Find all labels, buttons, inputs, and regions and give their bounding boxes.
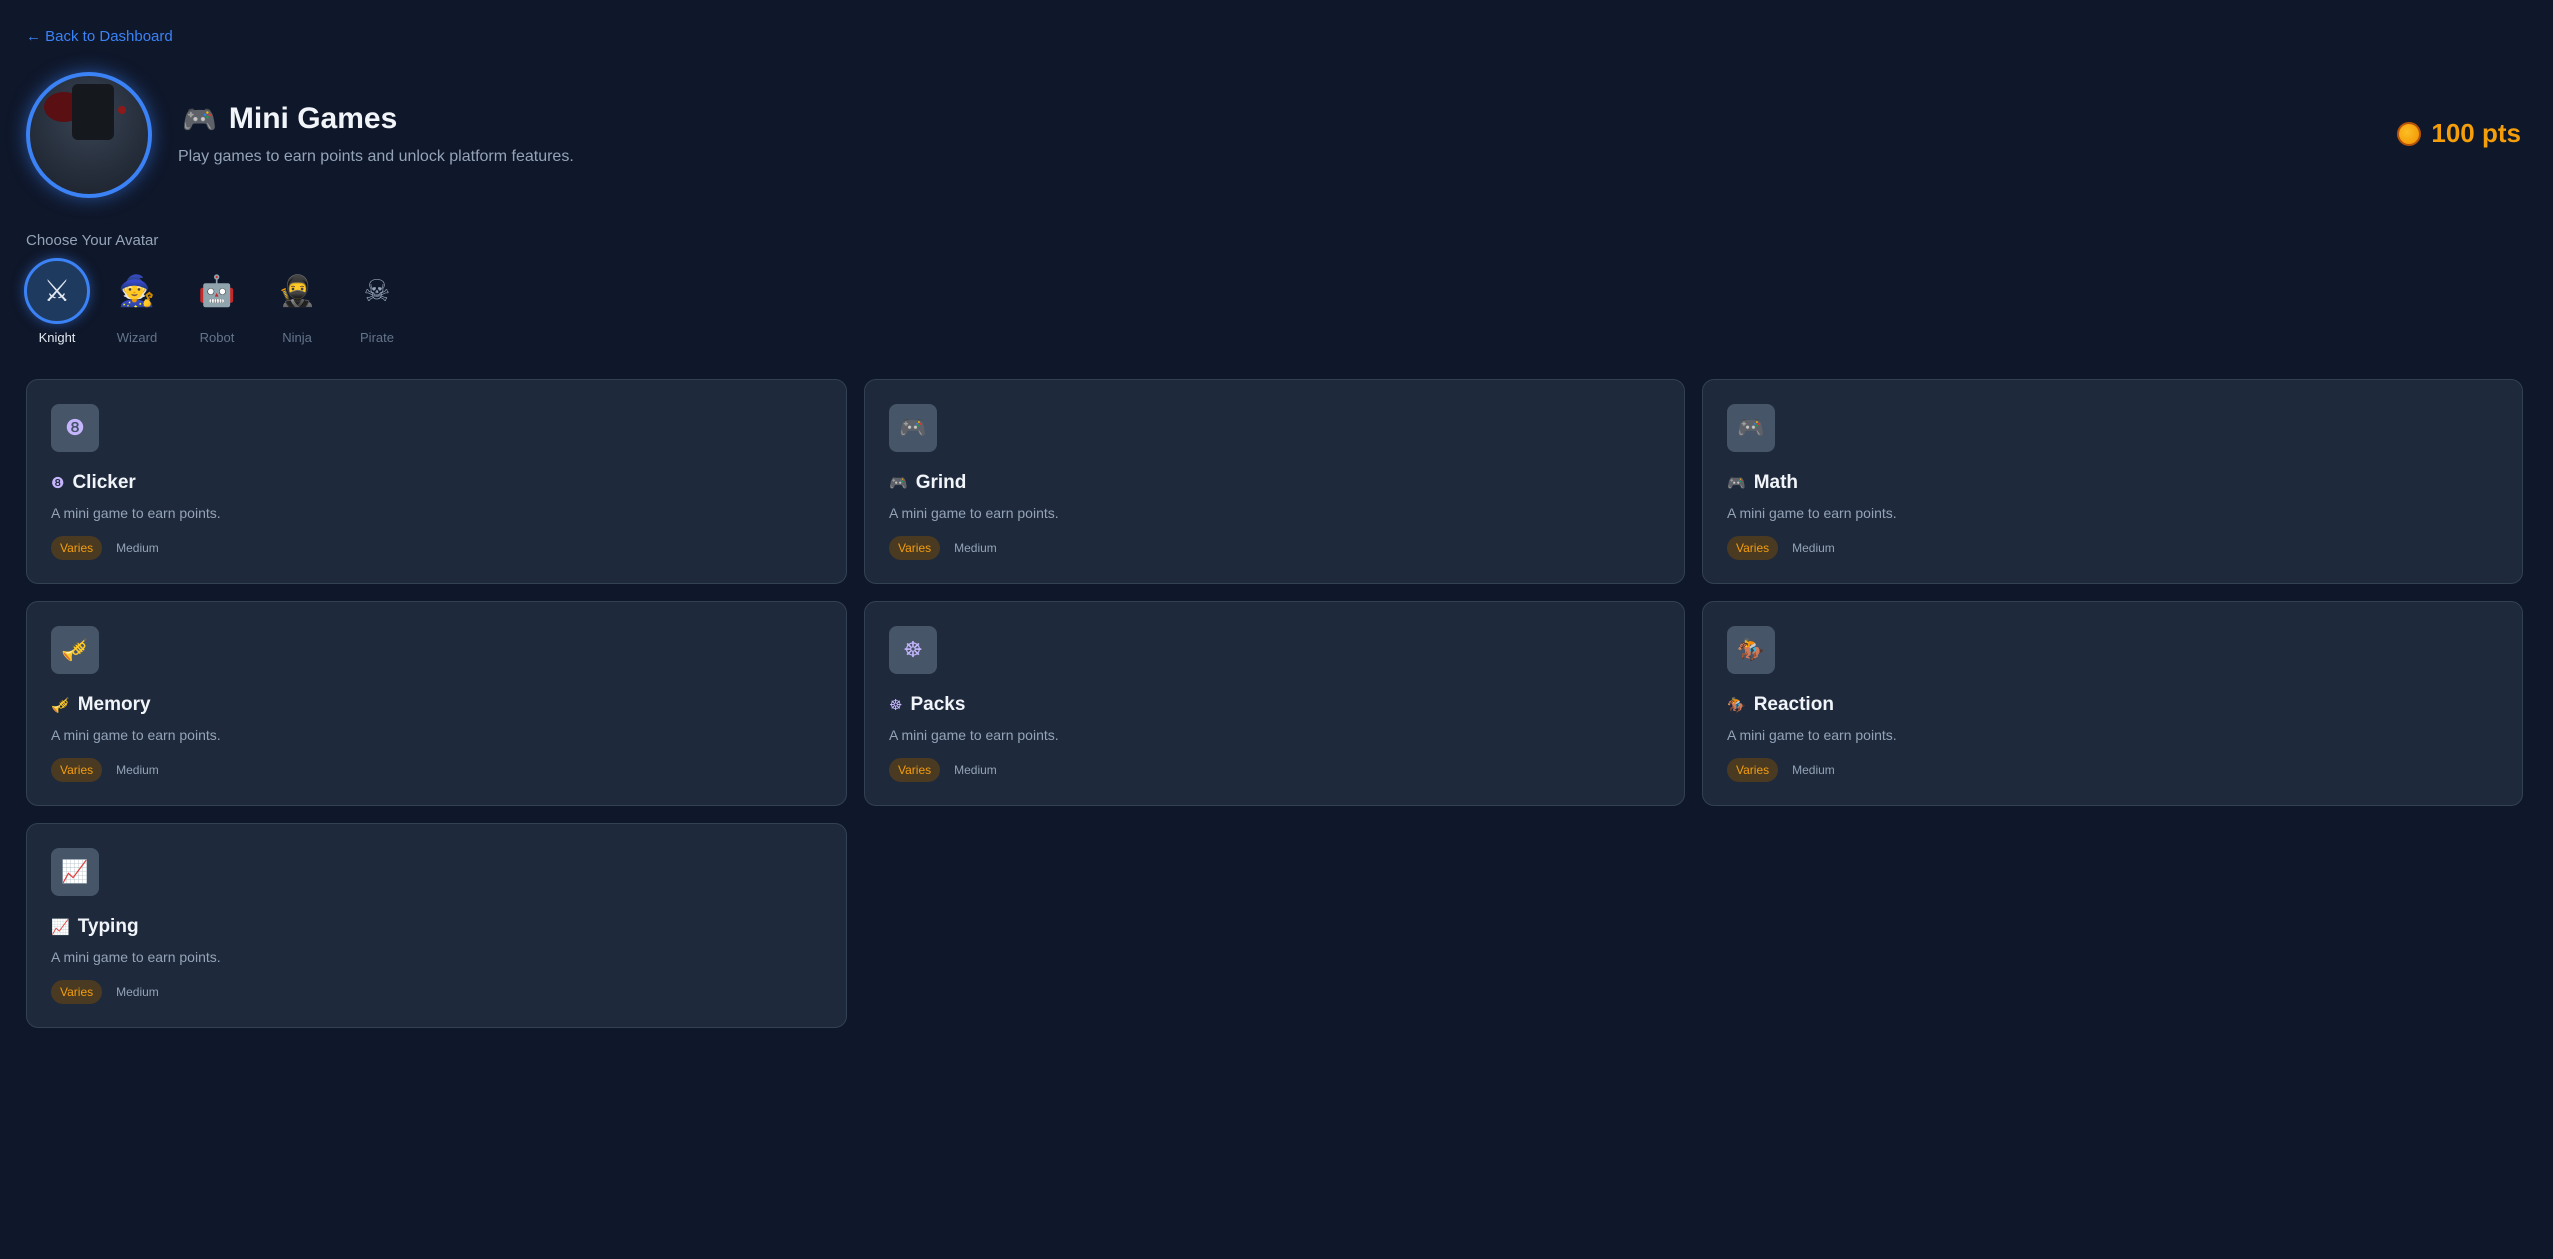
game-card-memory[interactable]: 🎺 🎺 Memory A mini game to earn points. Varie… <box>26 601 847 806</box>
game-title: Typing <box>77 916 139 937</box>
reward-badge: Varies <box>1727 758 1779 782</box>
reward-badge: Varies <box>889 536 941 560</box>
avatar-picker: ⚔ Knight 🧙 Wizard 🤖 Robot 🥷 Ninja ☠ Pirate <box>22 258 412 345</box>
avatar-picker-label: Choose Your Avatar <box>26 232 159 249</box>
eight-ball-icon: ❽ <box>51 475 65 492</box>
game-title: Packs <box>910 694 966 715</box>
hero-avatar <box>26 72 152 198</box>
horse-racing-icon: 🏇 <box>1727 626 1775 674</box>
game-description: A mini game to earn points. <box>1727 727 1897 743</box>
knight-avatar-icon: ⚔ <box>24 258 90 324</box>
avatar-option-label: Wizard <box>116 330 158 345</box>
game-title-row: ☸ Packs <box>889 694 965 716</box>
difficulty-label: Medium <box>954 541 997 555</box>
game-title-row: 🎮 Math <box>1727 472 1798 494</box>
game-title: Reaction <box>1753 694 1834 715</box>
back-to-dashboard-link[interactable]: ← Back to Dashboard <box>26 28 173 45</box>
gamepad-icon: 🎮 <box>1727 475 1746 492</box>
trumpet-icon: 🎺 <box>51 626 99 674</box>
game-tags: Varies Medium <box>51 536 159 560</box>
robot-avatar-icon: 🤖 <box>198 274 236 308</box>
page-header: 🎮 Mini Games Play games to earn points a… <box>26 70 2521 200</box>
game-card-math[interactable]: 🎮 🎮 Math A mini game to earn points. Varies M… <box>1702 379 2523 584</box>
difficulty-label: Medium <box>116 541 159 555</box>
gamepad-icon: 🎮 <box>1727 404 1775 452</box>
game-description: A mini game to earn points. <box>51 949 221 965</box>
game-description: A mini game to earn points. <box>889 505 1059 521</box>
game-tags: Varies Medium <box>1727 758 1835 782</box>
chart-icon: 📈 <box>51 919 70 936</box>
game-card-typing[interactable]: 📈 📈 Typing A mini game to earn points. Varie… <box>26 823 847 1028</box>
game-description: A mini game to earn points. <box>51 727 221 743</box>
title-row: 🎮 Mini Games <box>182 102 397 136</box>
points-value: 100 pts <box>2431 118 2521 148</box>
points-display: 100 pts <box>2397 118 2521 149</box>
difficulty-label: Medium <box>1792 541 1835 555</box>
page-subtitle: Play games to earn points and unlock pla… <box>178 148 574 165</box>
difficulty-label: Medium <box>954 763 997 777</box>
game-title: Memory <box>77 694 151 715</box>
reward-badge: Varies <box>889 758 941 782</box>
avatar-option-label: Ninja <box>282 330 312 345</box>
avatar-option-label: Robot <box>199 330 235 345</box>
game-tags: Varies Medium <box>51 758 159 782</box>
game-card-packs[interactable]: ☸ ☸ Packs A mini game to earn points. Varies… <box>864 601 1685 806</box>
trumpet-icon: 🎺 <box>51 697 70 714</box>
avatar-option-knight[interactable]: ⚔ Knight <box>22 258 92 345</box>
reward-badge: Varies <box>51 758 103 782</box>
avatar-option-label: Knight <box>38 330 76 345</box>
horse-racing-icon: 🏇 <box>1727 697 1746 714</box>
gamepad-icon: 🎮 <box>182 103 217 135</box>
gamepad-icon: 🎮 <box>889 404 937 452</box>
games-grid: ❽ ❽ Clicker A mini game to earn points. Vari… <box>26 379 2523 1028</box>
coin-icon <box>2397 121 2422 146</box>
page-title: Mini Games <box>228 102 398 135</box>
eight-ball-icon: ❽ <box>51 404 99 452</box>
game-card-clicker[interactable]: ❽ ❽ Clicker A mini game to earn points. Vari… <box>26 379 847 584</box>
game-card-reaction[interactable]: 🏇 🏇 Reaction A mini game to earn points. Var… <box>1702 601 2523 806</box>
wheel-icon: ☸ <box>889 626 937 674</box>
game-tags: Varies Medium <box>889 758 997 782</box>
game-title-row: ❽ Clicker <box>51 472 136 494</box>
avatar-option-pirate[interactable]: ☠ Pirate <box>342 258 412 346</box>
game-title-row: 🎺 Memory <box>51 694 151 716</box>
game-tags: Varies Medium <box>889 536 997 560</box>
wheel-icon: ☸ <box>889 697 903 714</box>
avatar-option-wizard[interactable]: 🧙 Wizard <box>102 258 172 346</box>
avatar-option-label: Pirate <box>360 330 394 345</box>
reward-badge: Varies <box>51 536 103 560</box>
game-description: A mini game to earn points. <box>1727 505 1897 521</box>
avatar-figure <box>72 84 114 140</box>
reward-badge: Varies <box>51 980 103 1004</box>
game-title-row: 🏇 Reaction <box>1727 694 1834 716</box>
difficulty-label: Medium <box>116 763 159 777</box>
difficulty-label: Medium <box>116 985 159 999</box>
game-tags: Varies Medium <box>1727 536 1835 560</box>
game-title-row: 🎮 Grind <box>889 472 966 494</box>
game-description: A mini game to earn points. <box>51 505 221 521</box>
gamepad-icon: 🎮 <box>889 475 908 492</box>
game-description: A mini game to earn points. <box>889 727 1059 743</box>
wizard-avatar-icon: 🧙 <box>118 274 156 308</box>
ninja-avatar-icon: 🥷 <box>278 274 316 308</box>
difficulty-label: Medium <box>1792 763 1835 777</box>
game-title: Clicker <box>72 472 136 493</box>
avatar-accent <box>118 106 126 114</box>
game-title: Grind <box>915 472 967 493</box>
game-title-row: 📈 Typing <box>51 916 139 938</box>
avatar-option-ninja[interactable]: 🥷 Ninja <box>262 258 332 346</box>
avatar-option-robot[interactable]: 🤖 Robot <box>182 258 252 346</box>
game-title: Math <box>1753 472 1799 493</box>
reward-badge: Varies <box>1727 536 1779 560</box>
chart-icon: 📈 <box>51 848 99 896</box>
game-card-grind[interactable]: 🎮 🎮 Grind A mini game to earn points. Varies… <box>864 379 1685 584</box>
game-tags: Varies Medium <box>51 980 159 1004</box>
pirate-avatar-icon: ☠ <box>363 274 391 308</box>
